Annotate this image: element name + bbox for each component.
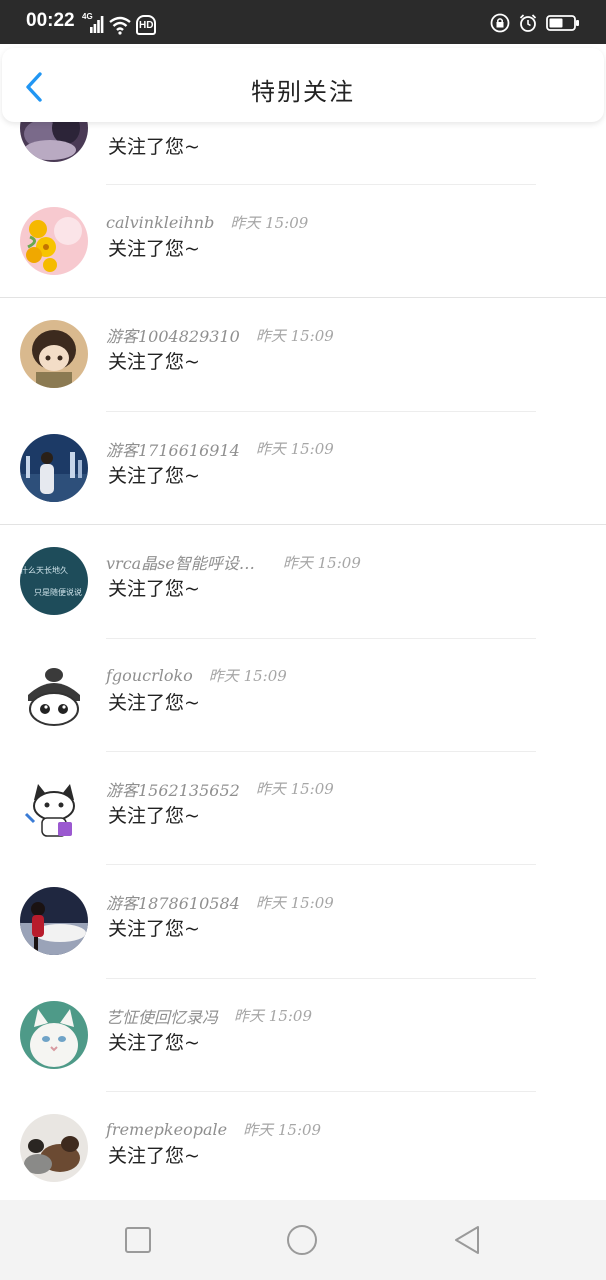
list-item[interactable]: 什么天长地久 只是随便说说 vrca晶se智能呼设… 昨天 15:09 关注了您…	[0, 525, 606, 639]
hd-label: HD	[139, 20, 154, 31]
avatar[interactable]	[20, 660, 88, 729]
avatar[interactable]	[20, 887, 88, 956]
avatar[interactable]	[20, 433, 88, 502]
avatar[interactable]	[20, 1114, 88, 1183]
timestamp: 昨天 15:09	[234, 1007, 313, 1026]
avatar-text: 什么天长地久	[20, 565, 68, 575]
status-bar: 00:22 4G HD	[0, 0, 606, 44]
follow-message: 关注了您~	[108, 238, 200, 260]
system-nav-bar	[0, 1200, 606, 1280]
item-meta: fremepkeopale 昨天 15:09	[106, 1118, 321, 1140]
lock-icon	[490, 13, 510, 33]
list-item[interactable]: calvinkleihnb 昨天 15:09 关注了您~	[0, 185, 606, 299]
status-left-icons: 4G HD	[82, 12, 156, 36]
list-item[interactable]: 游客1878610584 昨天 15:09 关注了您~	[0, 865, 606, 979]
timestamp: 昨天 15:09	[230, 213, 309, 232]
list-item[interactable]: 游客1716616914 昨天 15:09 关注了您~	[0, 412, 606, 526]
item-meta: 游客1878610584 昨天 15:09	[106, 890, 334, 914]
wifi-icon	[108, 15, 132, 35]
user-name[interactable]: 游客1004829310	[106, 323, 240, 347]
header: 特别关注	[2, 48, 604, 122]
list-item[interactable]: 艺怔使回忆录冯 昨天 15:09 关注了您~	[0, 979, 606, 1093]
timestamp: 昨天 15:09	[255, 893, 334, 912]
timestamp: 昨天 15:09	[208, 667, 287, 686]
list-item[interactable]: fgoucrloko 昨天 15:09 关注了您~	[0, 639, 606, 752]
back-nav-button[interactable]	[450, 1222, 486, 1258]
item-meta: calvinkleihnb 昨天 15:09	[106, 211, 308, 233]
avatar[interactable]: 什么天长地久 只是随便说说	[20, 547, 88, 616]
home-circle-icon	[287, 1225, 317, 1255]
timestamp: 昨天 15:09	[255, 326, 334, 345]
item-meta: fgoucrloko 昨天 15:09	[106, 665, 287, 687]
avatar[interactable]	[20, 207, 88, 275]
list-item[interactable]: fremepkeopale 昨天 15:09 关注了您~	[0, 1092, 606, 1200]
user-name[interactable]: fremepkeopale	[106, 1120, 227, 1139]
timestamp: 昨天 15:09	[255, 440, 334, 459]
page-title: 特别关注	[251, 78, 355, 106]
follow-message: 关注了您~	[108, 1145, 200, 1168]
list-item[interactable]: 游客1562135652 昨天 15:09 关注了您~	[0, 752, 606, 866]
recents-button[interactable]	[120, 1222, 156, 1258]
recents-square-icon	[125, 1227, 151, 1253]
follow-message: 关注了您~	[108, 464, 200, 487]
timestamp: 昨天 15:09	[282, 553, 361, 572]
item-meta: vrca晶se智能呼设… 昨天 15:09	[106, 550, 361, 574]
user-name[interactable]: 艺怔使回忆录冯	[106, 1004, 218, 1028]
user-name[interactable]: 游客1716616914	[106, 437, 240, 461]
follow-message: 关注了您~	[108, 918, 200, 941]
battery-icon	[546, 14, 580, 32]
timestamp: 昨天 15:09	[243, 1120, 322, 1139]
status-right-icons	[490, 12, 580, 34]
user-name[interactable]: fgoucrloko	[106, 666, 193, 685]
hd-icon: HD	[136, 15, 156, 35]
signal-icon: 4G	[82, 12, 104, 35]
follow-list[interactable]: 关注了您~ calvinkleihnb 昨天 15:09 关注了您~ 游客100…	[0, 96, 606, 1200]
user-name[interactable]: 游客1562135652	[106, 777, 240, 801]
item-meta: 游客1562135652 昨天 15:09	[106, 778, 334, 800]
follow-message: 关注了您~	[108, 1031, 200, 1054]
item-meta: 游客1716616914 昨天 15:09	[106, 438, 334, 460]
user-name[interactable]: calvinkleihnb	[106, 213, 214, 232]
status-time: 00:22	[26, 10, 75, 31]
item-meta: 游客1004829310 昨天 15:09	[106, 323, 334, 347]
list-item[interactable]: 游客1004829310 昨天 15:09 关注了您~	[0, 298, 606, 412]
avatar[interactable]	[20, 1000, 88, 1069]
timestamp: 昨天 15:09	[255, 780, 334, 799]
item-meta: 艺怔使回忆录冯 昨天 15:09	[106, 1005, 312, 1027]
user-name[interactable]: vrca晶se智能呼设…	[106, 550, 255, 574]
alarm-icon	[518, 13, 538, 33]
avatar[interactable]	[20, 773, 88, 842]
follow-message: 关注了您~	[108, 351, 200, 374]
avatar[interactable]	[20, 320, 88, 389]
follow-message: 关注了您~	[108, 578, 200, 601]
follow-message: 关注了您~	[108, 691, 200, 714]
follow-message: 关注了您~	[108, 804, 200, 827]
avatar-text: 只是随便说说	[34, 587, 82, 597]
follow-message: 关注了您~	[108, 136, 200, 158]
user-name[interactable]: 游客1878610584	[106, 890, 240, 914]
back-triangle-icon	[455, 1226, 479, 1254]
home-button[interactable]	[284, 1222, 320, 1258]
